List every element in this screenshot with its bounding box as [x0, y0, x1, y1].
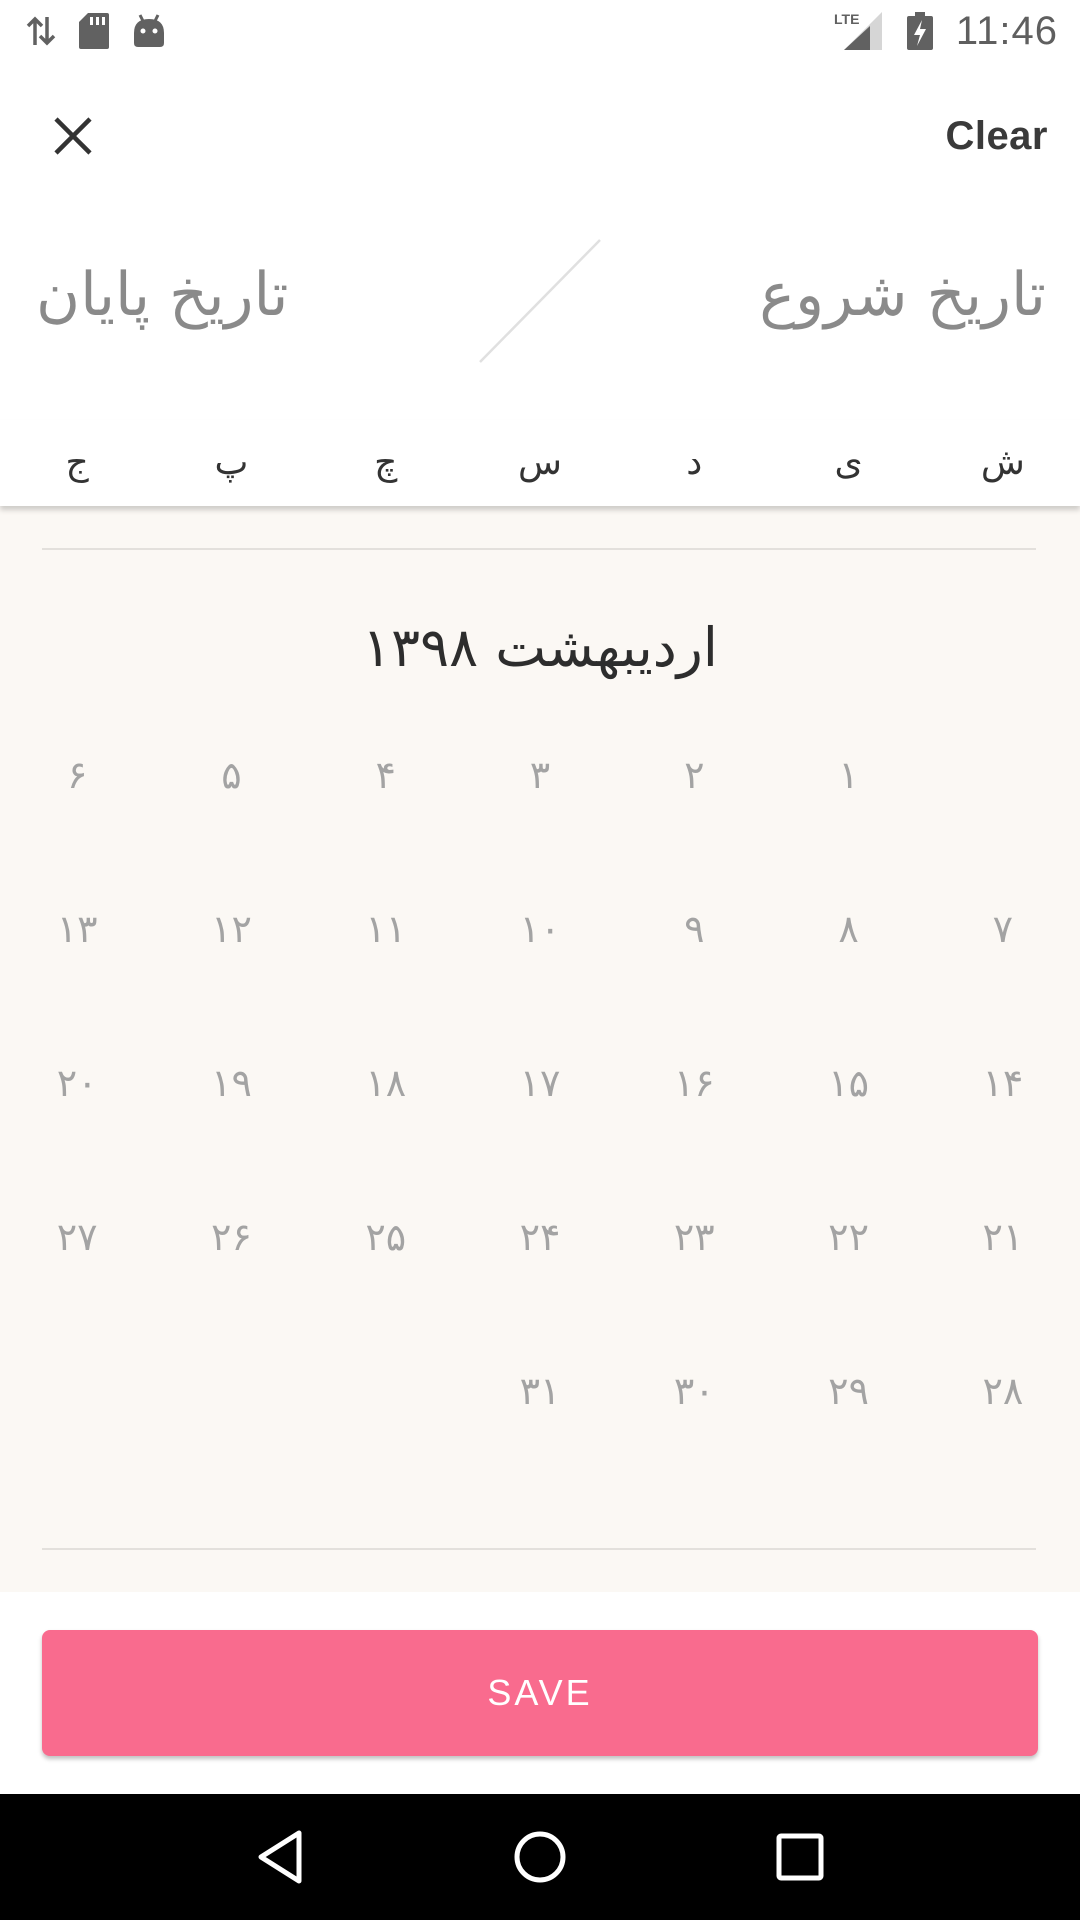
status-time: 11:46 — [955, 8, 1058, 53]
day-cell[interactable]: ۴ — [309, 698, 463, 852]
weekday-label: د — [686, 442, 703, 483]
day-cell[interactable]: ۱۷ — [463, 1006, 617, 1160]
back-icon — [258, 1830, 302, 1884]
weekday-label: ی — [834, 442, 863, 483]
recents-icon — [776, 1833, 824, 1881]
status-left-icons — [26, 12, 166, 50]
lte-signal-icon: LTE — [834, 10, 884, 52]
day-cell[interactable]: ۱۱ — [309, 852, 463, 1006]
month-title: اردیبهشت ۱۳۹۸ — [362, 616, 718, 679]
day-cell[interactable]: ۱ — [771, 698, 925, 852]
day-cell[interactable]: ۲۰ — [0, 1006, 154, 1160]
android-icon — [132, 13, 166, 49]
day-cell[interactable]: ۱۲ — [154, 852, 308, 1006]
day-cell[interactable]: ۸ — [771, 852, 925, 1006]
navigation-bar — [0, 1794, 1080, 1920]
status-right-icons: LTE 11:46 — [834, 9, 1058, 54]
day-cell[interactable]: ۳۱ — [463, 1314, 617, 1468]
day-cell[interactable]: ۲۶ — [154, 1160, 308, 1314]
day-cell[interactable]: ۲۱ — [926, 1160, 1080, 1314]
calendar-month-view[interactable]: اردیبهشت ۱۳۹۸ ۱ ۲ ۳ ۴ ۵ ۶ ۷ ۸ ۹ ۱۰ ۱۱ ۱۲… — [0, 506, 1080, 1592]
recents-button[interactable] — [760, 1817, 840, 1897]
day-cell[interactable]: ۲۴ — [463, 1160, 617, 1314]
day-cell[interactable]: ۲۷ — [0, 1160, 154, 1314]
day-cell[interactable]: ۲ — [617, 698, 771, 852]
day-cell[interactable]: ۵ — [154, 698, 308, 852]
close-icon — [54, 117, 92, 155]
weekday-label: ج — [65, 442, 89, 483]
day-cell[interactable]: ۷ — [926, 852, 1080, 1006]
weekday-label: ش — [980, 442, 1025, 483]
start-date-label[interactable]: تاریخ شروع — [759, 260, 1046, 330]
close-button[interactable] — [46, 109, 100, 163]
day-cell[interactable]: ۲۲ — [771, 1160, 925, 1314]
svg-text:LTE: LTE — [834, 11, 859, 27]
day-cell[interactable]: ۲۵ — [309, 1160, 463, 1314]
home-icon — [514, 1831, 566, 1883]
day-cell[interactable]: ۳۰ — [617, 1314, 771, 1468]
weekday-label: چ — [374, 442, 398, 483]
day-cell[interactable]: ۲۸ — [926, 1314, 1080, 1468]
day-cell[interactable]: ۲۳ — [617, 1160, 771, 1314]
day-cell[interactable]: ۱۶ — [617, 1006, 771, 1160]
day-cell[interactable]: ۱۵ — [771, 1006, 925, 1160]
weekday-label: س — [518, 442, 562, 483]
save-button[interactable]: SAVE — [42, 1630, 1038, 1756]
day-cell[interactable]: ۱۹ — [154, 1006, 308, 1160]
end-date-label[interactable]: تاریخ پایان — [36, 260, 288, 330]
day-cell[interactable]: ۳ — [463, 698, 617, 852]
weekday-label: پ — [214, 442, 249, 483]
day-cell[interactable]: ۹ — [617, 852, 771, 1006]
date-range-header: تاریخ پایان تاریخ شروع — [0, 210, 1080, 410]
day-grid: ۱ ۲ ۳ ۴ ۵ ۶ ۷ ۸ ۹ ۱۰ ۱۱ ۱۲ ۱۳ ۱۴ ۱۵ ۱۶ ۱… — [0, 698, 1080, 1468]
day-cell-empty — [926, 698, 1080, 852]
day-cell[interactable]: ۲۹ — [771, 1314, 925, 1468]
day-cell[interactable]: ۶ — [0, 698, 154, 852]
month-divider-top — [42, 548, 1036, 550]
day-cell[interactable]: ۱۳ — [0, 852, 154, 1006]
month-divider-bottom — [42, 1548, 1036, 1550]
range-separator — [479, 239, 601, 363]
back-button[interactable] — [240, 1817, 320, 1897]
day-cell[interactable]: ۱۸ — [309, 1006, 463, 1160]
toolbar: Clear — [0, 62, 1080, 210]
status-bar: LTE 11:46 — [0, 0, 1080, 62]
day-cell[interactable]: ۱۴ — [926, 1006, 1080, 1160]
clear-button[interactable]: Clear — [945, 114, 1048, 159]
date-range-picker-screen: LTE 11:46 Clear تاریخ پایان تاریخ شروع ش… — [0, 0, 1080, 1920]
home-button[interactable] — [500, 1817, 580, 1897]
data-transfer-icon — [26, 13, 56, 49]
save-area: SAVE — [0, 1592, 1080, 1794]
day-cell[interactable]: ۱۰ — [463, 852, 617, 1006]
battery-charging-icon — [906, 11, 934, 51]
sd-card-icon — [78, 12, 110, 50]
weekday-header: ش ی د س چ پ ج — [0, 420, 1080, 506]
